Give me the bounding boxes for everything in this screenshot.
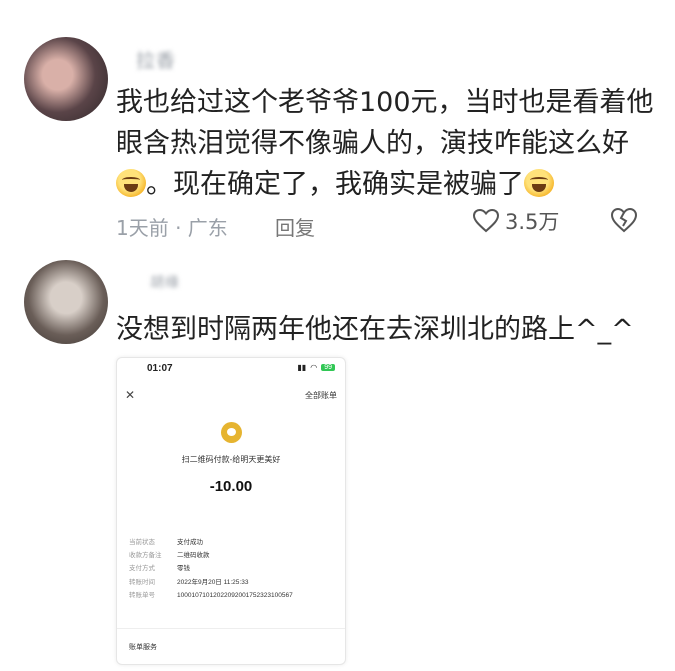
detail-value: 2022年9月20日 11:25:33 — [177, 578, 249, 586]
signal-icon: ▮▮ — [297, 363, 307, 372]
all-bills-link: 全部账单 — [305, 391, 337, 400]
comment-text: 我也给过这个老爷爷100元，当时也是看着他眼含热泪觉得不像骗人的，演技咋能这么好… — [116, 82, 656, 205]
avatar[interactable] — [24, 37, 108, 121]
username[interactable]: 拉香 — [136, 46, 176, 73]
detail-row: 转账时间 2022年9月20日 11:25:33 — [129, 576, 293, 589]
receipt-title: 扫二维码付款-给明天更美好 — [181, 455, 281, 464]
wifi-icon: ◠ — [310, 363, 318, 372]
divider — [117, 628, 345, 629]
like-button[interactable]: 3.5万 — [473, 206, 559, 236]
detail-key: 收款方备注 — [129, 552, 162, 560]
detail-key: 当前状态 — [129, 539, 155, 546]
receipt-details: 当前状态 支付成功 收款方备注 二维码收款 支付方式 零钱 转账时间 2022年9月20… — [129, 536, 293, 602]
detail-value: 零钱 — [177, 565, 190, 573]
detail-row: 收款方备注 二维码收款 — [129, 549, 293, 562]
comment-text-part2: 。现在确定了，我确实是被骗了 — [146, 169, 524, 200]
detail-value: 支付成功 — [177, 539, 203, 546]
detail-value: 1000107101202209200175232310056​7 — [177, 591, 293, 599]
detail-key: 转账时间 — [129, 578, 155, 586]
detail-row: 转账单号 1000107101202209200175232310056​7 — [129, 589, 293, 602]
detail-row: 支付方式 零钱 — [129, 562, 293, 575]
battery-icon: 99 — [321, 364, 335, 371]
reply-button[interactable]: 回复 — [275, 212, 315, 241]
detail-key: 转账单号 — [129, 591, 155, 599]
detail-key: 支付方式 — [129, 565, 155, 573]
dislike-button[interactable] — [610, 207, 638, 237]
close-icon: ✕ — [125, 388, 136, 402]
receipt-amount: -10.00 — [209, 478, 253, 495]
comment-text-part1: 我也给过这个老爷爷100元，当时也是看着他眼含热泪觉得不像骗人的，演技咋能这么好 — [116, 87, 654, 159]
status-icons: ▮▮ ◠ 99 — [297, 363, 335, 372]
merchant-logo-icon — [221, 422, 242, 443]
laughing-tears-emoji-icon — [524, 169, 554, 197]
detail-value: 二维码收款 — [177, 552, 210, 560]
heart-icon — [473, 209, 499, 233]
bill-service-label: 账单服务 — [129, 644, 157, 651]
like-count: 3.5万 — [505, 210, 560, 234]
username[interactable]: 胡缘 — [150, 272, 180, 292]
avatar[interactable] — [24, 260, 108, 344]
comment-text: 没想到时隔两年他还在去深圳北的路上^_^ — [116, 314, 634, 345]
status-time: 01:07 — [147, 363, 173, 374]
comment-time-location: 1天前 · 广东 — [116, 216, 228, 240]
detail-row: 当前状态 支付成功 — [129, 536, 293, 549]
broken-heart-icon — [610, 207, 638, 233]
laughing-tears-emoji-icon — [116, 169, 146, 197]
payment-receipt-image[interactable]: 01:07 ▮▮ ◠ 99 ✕ 全部账单 扫二维码付款-给明天更美好 -10.0… — [116, 357, 346, 665]
